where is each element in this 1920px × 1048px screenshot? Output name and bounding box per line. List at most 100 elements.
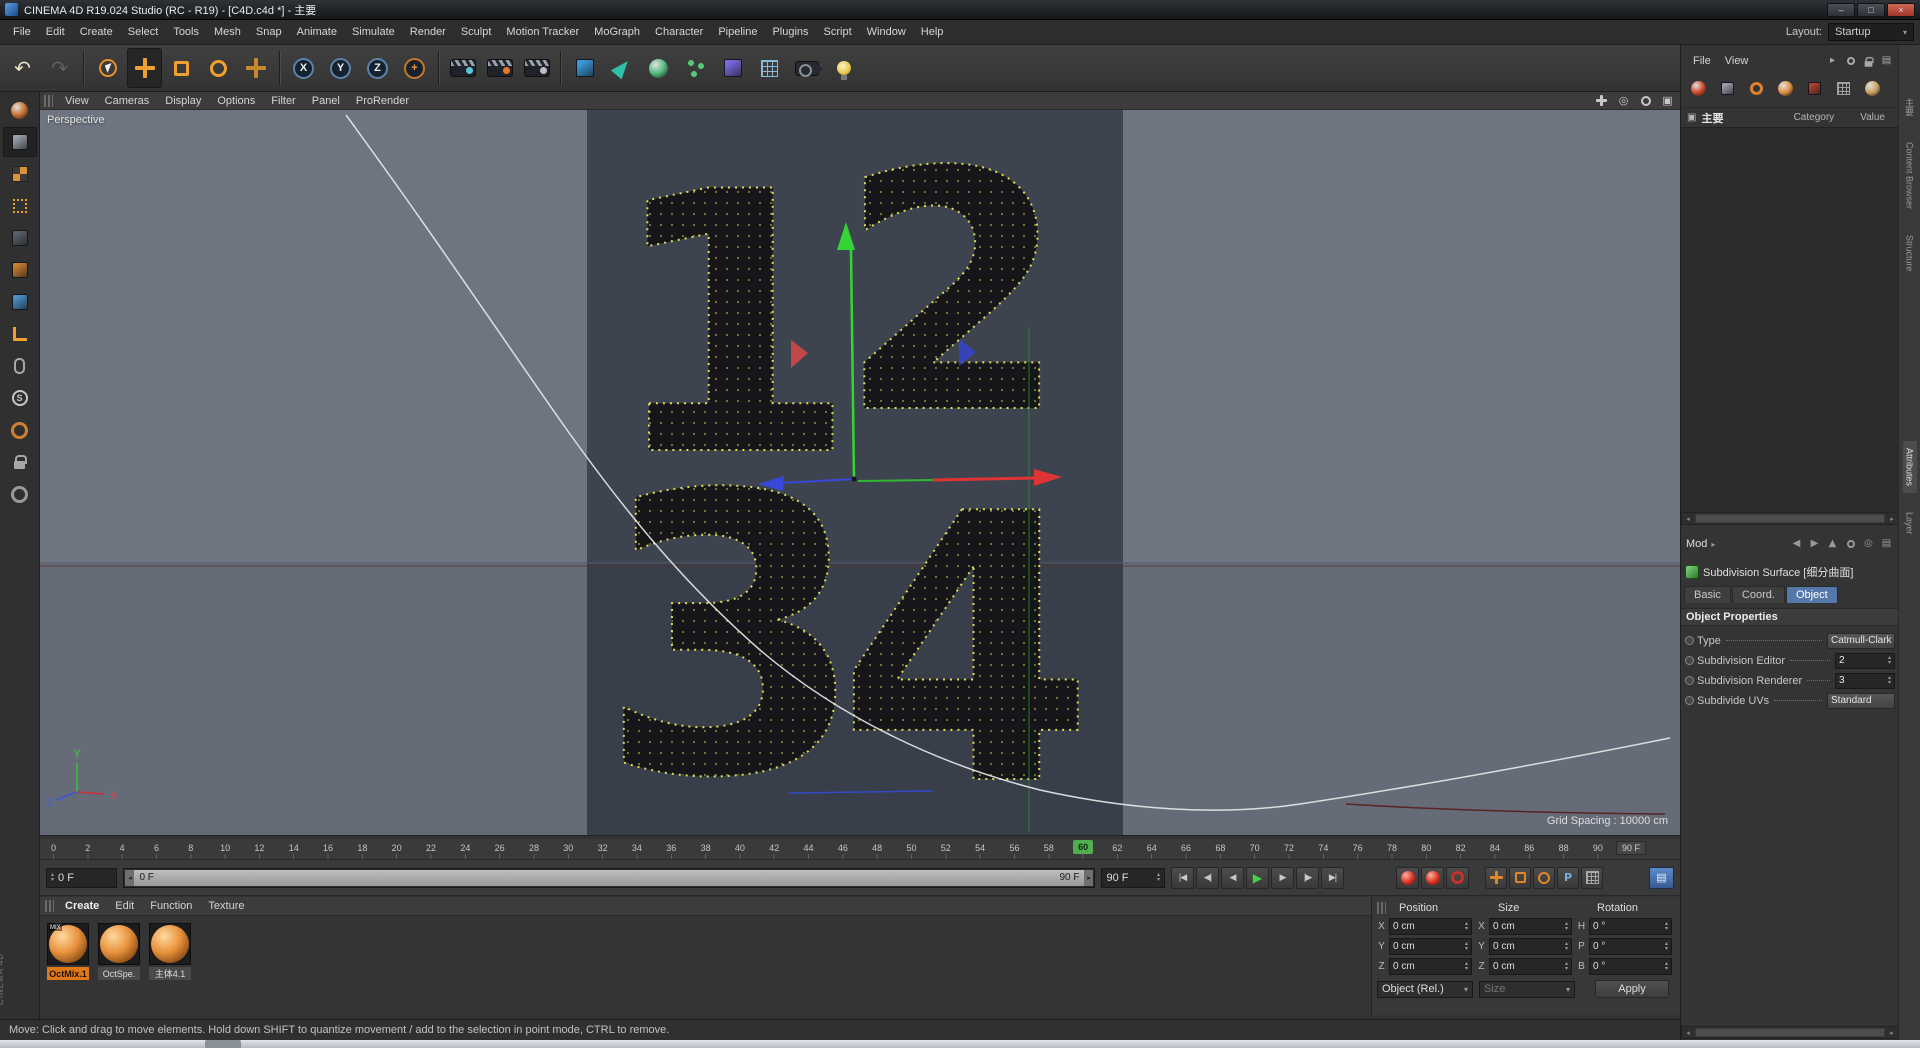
- layout-select[interactable]: Startup ▾: [1828, 23, 1914, 41]
- render-view-button[interactable]: [445, 48, 480, 88]
- timeline-playhead[interactable]: 60: [1073, 840, 1094, 854]
- lock-z-axis-button[interactable]: Z: [360, 48, 395, 88]
- add-floor-button[interactable]: [752, 48, 787, 88]
- panel-grip[interactable]: [1377, 902, 1386, 914]
- menu-window[interactable]: Window: [860, 22, 913, 42]
- subdivide-uvs-dropdown[interactable]: Standard: [1827, 692, 1895, 709]
- add-deformer-button[interactable]: [715, 48, 750, 88]
- side-tab-attributes[interactable]: Attributes: [1902, 440, 1917, 493]
- menu-character[interactable]: Character: [648, 22, 710, 42]
- viewport-solo-button[interactable]: [3, 351, 37, 381]
- next-key-button[interactable]: |▶: [1296, 866, 1319, 889]
- viewport-menu-panel[interactable]: Panel: [304, 93, 348, 109]
- viewport-menu-display[interactable]: Display: [157, 93, 209, 109]
- stepper[interactable]: ▴ ▾: [1157, 872, 1160, 883]
- prev-frame-button[interactable]: ◀: [1221, 866, 1244, 889]
- interaction-mode-button[interactable]: [3, 479, 37, 509]
- om-texture-ball-icon[interactable]: [1859, 75, 1886, 101]
- om-objects-icon[interactable]: [1714, 75, 1741, 101]
- polygon-mode-button[interactable]: [3, 255, 37, 285]
- render-picture-viewer-button[interactable]: [482, 48, 517, 88]
- keyframe-dot-icon[interactable]: [1685, 636, 1694, 645]
- size-z-field[interactable]: 0 cm ▴ ▾: [1489, 958, 1572, 975]
- side-tab-structure[interactable]: Structure: [1903, 228, 1917, 279]
- column-header-category[interactable]: Category: [1794, 112, 1835, 123]
- keyframe-dot-icon[interactable]: [1685, 656, 1694, 665]
- lock-x-axis-button[interactable]: X: [286, 48, 321, 88]
- viewport-label[interactable]: Perspective: [47, 114, 104, 126]
- key-parameter-toggle[interactable]: P: [1557, 866, 1579, 889]
- side-tab-main[interactable]: 主要: [1901, 91, 1918, 123]
- live-selection-tool[interactable]: [90, 48, 125, 88]
- position-z-field[interactable]: 0 cm ▴ ▾: [1389, 958, 1472, 975]
- rotate-tool[interactable]: [201, 48, 236, 88]
- subdivision-renderer-spinner[interactable]: 3 ▴ ▾: [1835, 672, 1895, 689]
- key-pla-toggle[interactable]: [1581, 866, 1603, 889]
- menu-overflow-icon[interactable]: ▸: [1825, 54, 1840, 69]
- materials-menu-edit[interactable]: Edit: [107, 898, 142, 914]
- stepper[interactable]: ▴ ▾: [1465, 961, 1468, 972]
- rotate-view-icon[interactable]: [1637, 93, 1654, 109]
- tweak-mode-button[interactable]: [3, 287, 37, 317]
- undo-button[interactable]: ↶: [5, 48, 40, 88]
- paint-tool-button[interactable]: [3, 415, 37, 445]
- om-layers-icon[interactable]: [1830, 75, 1857, 101]
- rotation-b-field[interactable]: 0 ° ▴ ▾: [1589, 958, 1672, 975]
- pan-view-icon[interactable]: [1593, 93, 1610, 109]
- move-tool[interactable]: [127, 48, 162, 88]
- material-item[interactable]: 主体4.1: [149, 923, 191, 980]
- menu-script[interactable]: Script: [817, 22, 859, 42]
- object-manager-tab-main[interactable]: 主要: [1701, 110, 1723, 126]
- material-item[interactable]: MIX OctMix.1: [47, 923, 89, 980]
- axis-mode-button[interactable]: [3, 319, 37, 349]
- scroll-left-icon[interactable]: ◂: [1682, 1029, 1694, 1037]
- scroll-left-icon[interactable]: ◂: [1682, 515, 1694, 523]
- record-settings-button[interactable]: [1446, 866, 1469, 889]
- add-camera-button[interactable]: [789, 48, 824, 88]
- autokey-button[interactable]: [1421, 866, 1444, 889]
- coordinate-mode-select[interactable]: Object (Rel.) ▾: [1377, 980, 1473, 998]
- checkbox-icon[interactable]: ▣: [1687, 112, 1696, 123]
- maximize-view-icon[interactable]: ▣: [1659, 93, 1676, 109]
- texture-mode-button[interactable]: [3, 159, 37, 189]
- menu-motion-tracker[interactable]: Motion Tracker: [499, 22, 586, 42]
- menu-mograph[interactable]: MoGraph: [587, 22, 647, 42]
- timeline-range-slider[interactable]: ◂ 0 F 90 F ▸: [123, 867, 1096, 888]
- zoom-view-icon[interactable]: ◎: [1615, 93, 1632, 109]
- attribute-tab-object[interactable]: Object: [1785, 586, 1838, 603]
- close-button[interactable]: ×: [1887, 2, 1915, 17]
- scene-canvas[interactable]: 1 1 2 2 3 3 4 4 Y X Z: [40, 110, 1680, 836]
- render-settings-button[interactable]: [519, 48, 554, 88]
- object-manager-menu-view[interactable]: View: [1718, 53, 1756, 69]
- workplane-lock-button[interactable]: [3, 447, 37, 477]
- menu-animate[interactable]: Animate: [290, 22, 344, 42]
- section-header[interactable]: Object Properties: [1681, 608, 1899, 626]
- add-spline-button[interactable]: [604, 48, 639, 88]
- apply-button[interactable]: Apply: [1595, 980, 1669, 998]
- horizontal-scrollbar[interactable]: ◂ ▸: [1681, 512, 1899, 525]
- add-array-button[interactable]: [678, 48, 713, 88]
- viewport-menu-filter[interactable]: Filter: [263, 93, 303, 109]
- scroll-thumb[interactable]: [1695, 1028, 1885, 1037]
- menu-plugins[interactable]: Plugins: [765, 22, 815, 42]
- size-mode-select[interactable]: Size ▾: [1479, 980, 1575, 998]
- menu-snap[interactable]: Snap: [249, 22, 289, 42]
- goto-start-button[interactable]: |◀: [1171, 866, 1194, 889]
- position-y-field[interactable]: 0 cm ▴ ▾: [1389, 938, 1472, 955]
- taskbar-tab[interactable]: [205, 1040, 241, 1048]
- perspective-viewport[interactable]: 1 1 2 2 3 3 4 4 Y X Z Perspective Grid S…: [40, 110, 1680, 836]
- scale-tool[interactable]: [164, 48, 199, 88]
- scroll-right-icon[interactable]: ▸: [1886, 515, 1898, 523]
- lock-y-axis-button[interactable]: Y: [323, 48, 358, 88]
- horizontal-scrollbar[interactable]: ◂ ▸: [1681, 1026, 1899, 1039]
- search-icon[interactable]: [1843, 537, 1858, 552]
- goto-end-button[interactable]: ▶|: [1321, 866, 1344, 889]
- menu-file[interactable]: File: [6, 22, 38, 42]
- lock-icon[interactable]: [1861, 54, 1876, 69]
- edge-mode-button[interactable]: [3, 223, 37, 253]
- current-frame-field[interactable]: ▴ ▾ 0 F: [46, 867, 118, 888]
- material-thumbnail[interactable]: [149, 923, 191, 965]
- stepper[interactable]: ▴ ▾: [1665, 921, 1668, 932]
- materials-menu-create[interactable]: Create: [57, 898, 107, 914]
- rotation-h-field[interactable]: 0 ° ▴ ▾: [1589, 918, 1672, 935]
